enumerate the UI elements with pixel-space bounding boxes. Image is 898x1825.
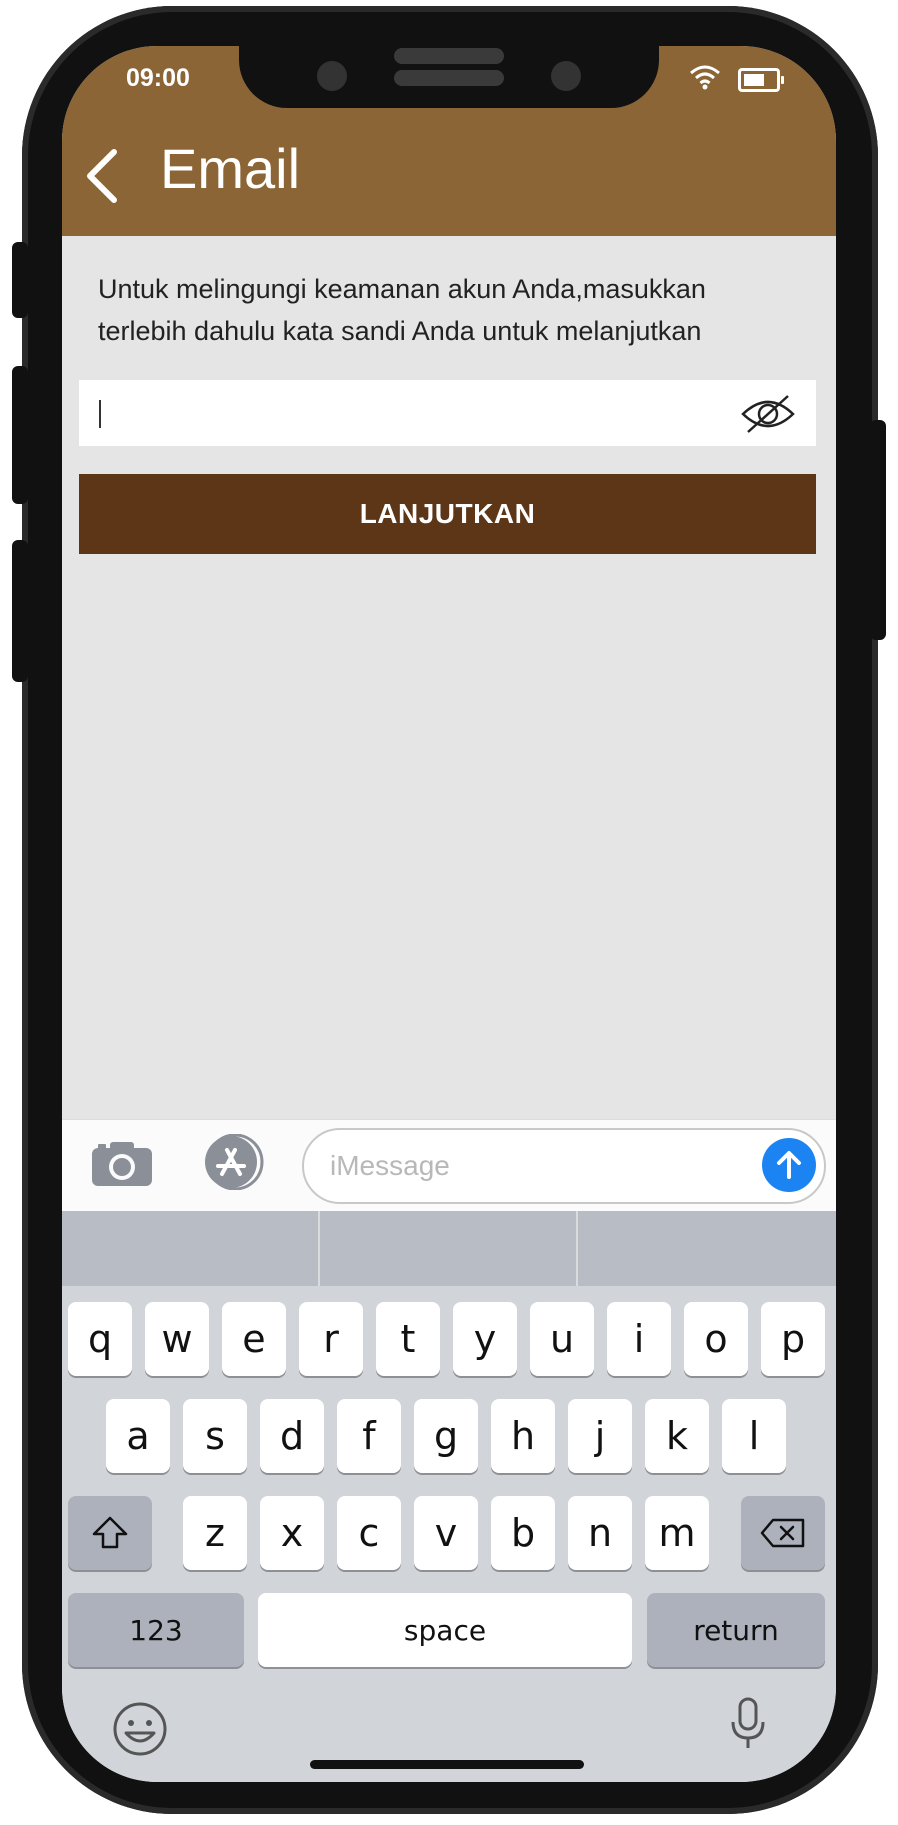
battery-icon (738, 68, 784, 92)
volume-up-button (12, 366, 28, 504)
space-key[interactable]: space (258, 1593, 632, 1667)
key-f[interactable]: f (337, 1399, 401, 1473)
key-w[interactable]: w (145, 1302, 209, 1376)
notch (239, 46, 659, 108)
power-button (870, 420, 886, 640)
back-chevron-icon[interactable] (82, 146, 122, 206)
emoji-icon[interactable] (112, 1701, 168, 1757)
key-c[interactable]: c (337, 1496, 401, 1570)
imessage-bar: iMessage (62, 1119, 836, 1212)
key-x[interactable]: x (260, 1496, 324, 1570)
shift-icon (92, 1516, 128, 1549)
sensor (551, 61, 581, 91)
wifi-icon (690, 65, 720, 90)
predictive-divider (576, 1211, 578, 1286)
key-z[interactable]: z (183, 1496, 247, 1570)
speaker-grille-lower (394, 70, 504, 86)
key-h[interactable]: h (491, 1399, 555, 1473)
key-i[interactable]: i (607, 1302, 671, 1376)
send-button[interactable] (762, 1138, 816, 1192)
key-y[interactable]: y (453, 1302, 517, 1376)
return-key[interactable]: return (647, 1593, 825, 1667)
key-t[interactable]: t (376, 1302, 440, 1376)
app-store-icon[interactable] (198, 1134, 272, 1190)
key-s[interactable]: s (183, 1399, 247, 1473)
key-j[interactable]: j (568, 1399, 632, 1473)
key-o[interactable]: o (684, 1302, 748, 1376)
page-title: Email (160, 137, 301, 200)
backspace-icon (760, 1518, 805, 1548)
continue-button[interactable]: LANJUTKAN (79, 474, 816, 554)
app-header: 09:00 Email (62, 46, 836, 236)
mute-switch (12, 242, 28, 318)
speaker-grille (394, 48, 504, 64)
screen: 09:00 Email Untuk melingungi keamanan ak… (62, 46, 836, 1782)
imessage-placeholder: iMessage (330, 1150, 450, 1181)
eye-slash-icon[interactable] (740, 392, 796, 436)
key-p[interactable]: p (761, 1302, 825, 1376)
key-k[interactable]: k (645, 1399, 709, 1473)
key-u[interactable]: u (530, 1302, 594, 1376)
key-m[interactable]: m (645, 1496, 709, 1570)
password-field[interactable] (79, 380, 816, 446)
key-q[interactable]: q (68, 1302, 132, 1376)
key-v[interactable]: v (414, 1496, 478, 1570)
key-b[interactable]: b (491, 1496, 555, 1570)
camera-icon[interactable] (90, 1138, 154, 1188)
key-e[interactable]: e (222, 1302, 286, 1376)
key-l[interactable]: l (722, 1399, 786, 1473)
predictive-bar (62, 1211, 836, 1286)
microphone-icon[interactable] (728, 1696, 768, 1752)
key-r[interactable]: r (299, 1302, 363, 1376)
text-caret (99, 400, 101, 428)
home-indicator (310, 1760, 584, 1769)
arrow-up-icon (777, 1151, 801, 1179)
security-prompt-text: Untuk melingungi keamanan akun Anda,masu… (98, 274, 706, 346)
front-camera (317, 61, 347, 91)
keyboard: q w e r t y u i o p a s d f g h j k l z … (62, 1211, 836, 1782)
volume-down-button (12, 540, 28, 682)
key-g[interactable]: g (414, 1399, 478, 1473)
shift-key[interactable] (68, 1496, 152, 1570)
delete-key[interactable] (741, 1496, 825, 1570)
imessage-input[interactable]: iMessage (302, 1128, 826, 1204)
status-time: 09:00 (126, 64, 190, 92)
numbers-key[interactable]: 123 (68, 1593, 244, 1667)
key-a[interactable]: a (106, 1399, 170, 1473)
predictive-divider (318, 1211, 320, 1286)
key-d[interactable]: d (260, 1399, 324, 1473)
key-n[interactable]: n (568, 1496, 632, 1570)
